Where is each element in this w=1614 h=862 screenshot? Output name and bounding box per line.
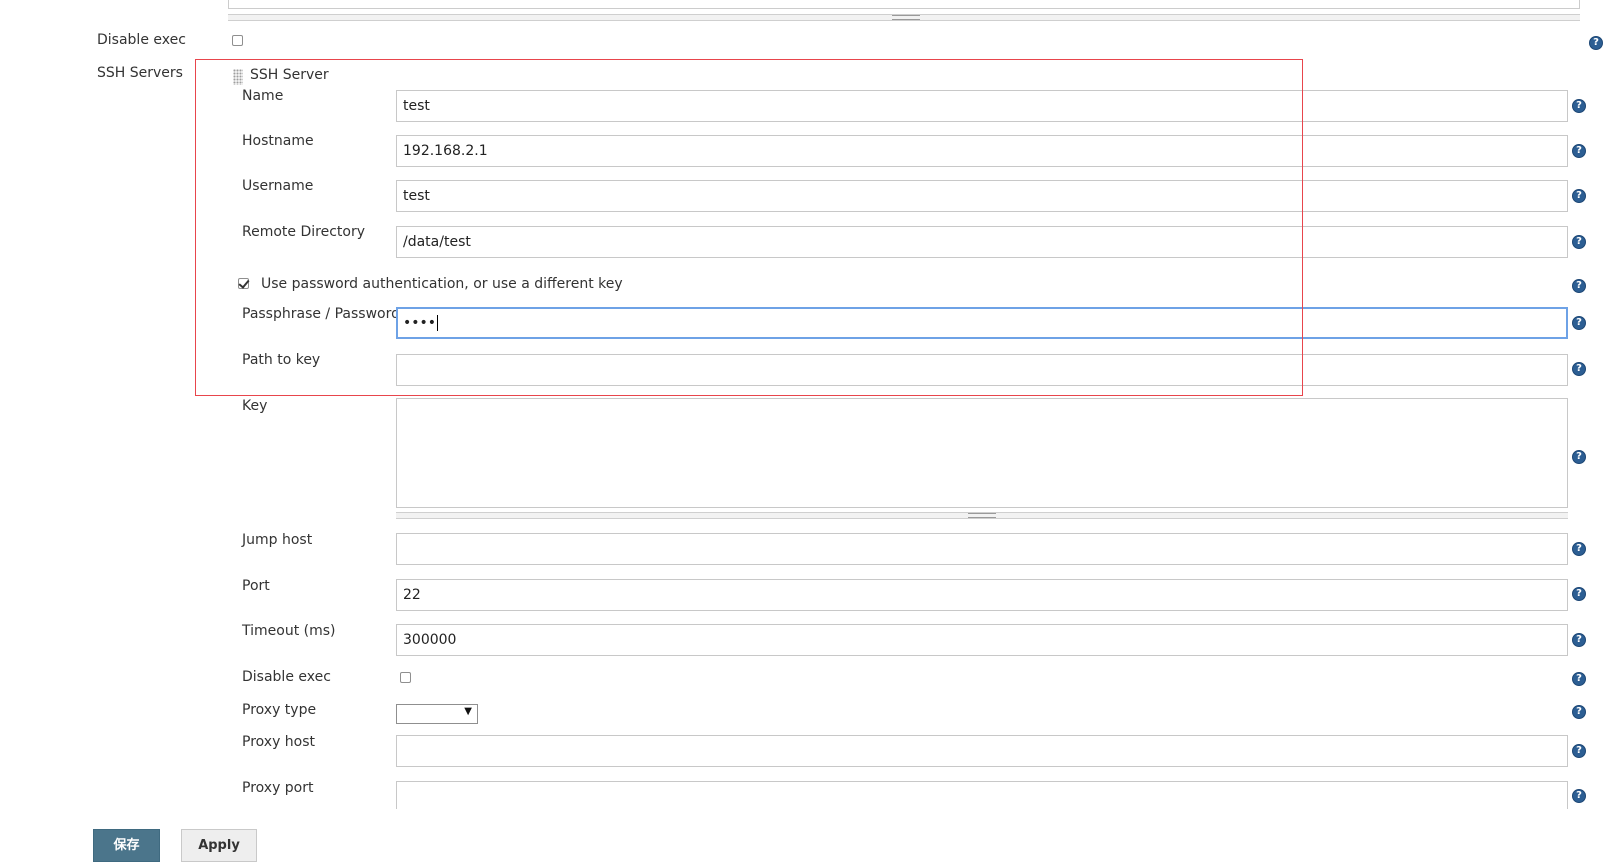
help-icon[interactable]: ? <box>1572 744 1586 758</box>
help-icon[interactable]: ? <box>1572 542 1586 556</box>
resize-grip-icon <box>892 15 920 20</box>
key-label: Key <box>242 398 268 414</box>
help-icon[interactable]: ? <box>1589 36 1603 50</box>
drag-handle-icon[interactable] <box>233 69 243 85</box>
global-disable-exec-label: Disable exec <box>97 32 186 48</box>
help-icon[interactable]: ? <box>1572 316 1586 330</box>
previous-textarea-resize-bar[interactable] <box>228 14 1580 21</box>
proxy-type-select[interactable]: ▼ <box>396 704 478 724</box>
hostname-label: Hostname <box>242 133 314 149</box>
passphrase-input[interactable]: •••• <box>396 307 1568 339</box>
help-icon[interactable]: ? <box>1572 99 1586 113</box>
name-input[interactable]: test <box>396 90 1568 122</box>
jump-host-input[interactable] <box>396 533 1568 565</box>
help-icon[interactable]: ? <box>1572 633 1586 647</box>
timeout-label: Timeout (ms) <box>242 623 336 639</box>
proxy-type-label: Proxy type <box>242 702 317 718</box>
proxy-host-label: Proxy host <box>242 734 316 750</box>
proxy-host-input[interactable] <box>396 735 1568 767</box>
ssh-servers-label: SSH Servers <box>97 65 183 81</box>
help-icon[interactable]: ? <box>1572 189 1586 203</box>
previous-textarea[interactable] <box>228 0 1580 9</box>
use-password-auth-checkbox[interactable] <box>238 278 249 289</box>
help-icon[interactable]: ? <box>1572 279 1586 293</box>
global-disable-exec-checkbox[interactable] <box>232 35 243 46</box>
apply-button[interactable]: Apply <box>181 829 257 862</box>
name-label: Name <box>242 88 284 104</box>
ssh-server-title: SSH Server <box>250 67 329 83</box>
help-icon[interactable]: ? <box>1572 144 1586 158</box>
help-icon[interactable]: ? <box>1572 362 1586 376</box>
help-icon[interactable]: ? <box>1572 789 1586 803</box>
text-caret <box>437 315 439 331</box>
save-button[interactable]: 保存 <box>93 829 160 862</box>
username-label: Username <box>242 178 314 194</box>
server-disable-exec-label: Disable exec <box>242 669 331 685</box>
server-disable-exec-checkbox[interactable] <box>400 672 411 683</box>
help-icon[interactable]: ? <box>1572 235 1586 249</box>
timeout-input[interactable]: 300000 <box>396 624 1568 656</box>
path-to-key-label: Path to key <box>242 352 321 368</box>
proxy-port-input[interactable] <box>396 781 1568 809</box>
username-input[interactable]: test <box>396 180 1568 212</box>
help-icon[interactable]: ? <box>1572 587 1586 601</box>
hostname-input[interactable]: 192.168.2.1 <box>396 135 1568 167</box>
jump-host-label: Jump host <box>242 532 313 548</box>
dropdown-arrow-icon: ▼ <box>464 706 472 717</box>
help-icon[interactable]: ? <box>1572 672 1586 686</box>
resize-grip-icon <box>968 513 996 518</box>
use-password-auth-label: Use password authentication, or use a di… <box>261 276 623 292</box>
port-label: Port <box>242 578 270 594</box>
remote-directory-label: Remote Directory <box>242 224 365 240</box>
passphrase-label: Passphrase / Password <box>242 306 400 322</box>
port-input[interactable]: 22 <box>396 579 1568 611</box>
passphrase-masked-value: •••• <box>403 315 437 331</box>
remote-directory-input[interactable]: /data/test <box>396 226 1568 258</box>
proxy-port-label: Proxy port <box>242 780 314 796</box>
key-textarea-resize-bar[interactable] <box>396 512 1568 519</box>
help-icon[interactable]: ? <box>1572 705 1586 719</box>
key-textarea[interactable] <box>396 398 1568 508</box>
help-icon[interactable]: ? <box>1572 450 1586 464</box>
path-to-key-input[interactable] <box>396 354 1568 386</box>
